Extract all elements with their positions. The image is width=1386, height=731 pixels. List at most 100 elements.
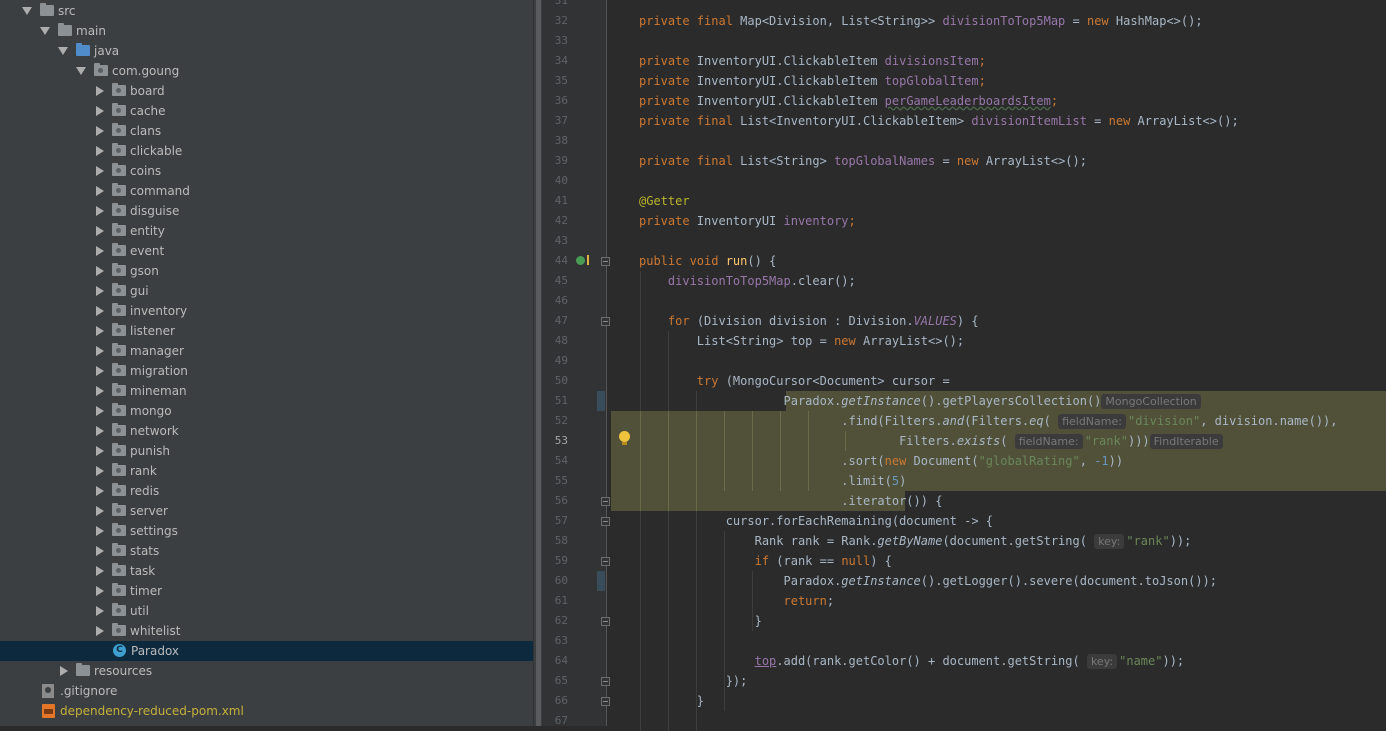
collapse-arrow-icon[interactable] — [96, 526, 104, 536]
collapse-arrow-icon[interactable] — [96, 386, 104, 396]
vcs-change-marker[interactable] — [597, 391, 605, 411]
expand-arrow-icon[interactable] — [58, 47, 68, 55]
tree-item-coins[interactable]: coins — [0, 161, 533, 181]
tree-item-src[interactable]: src — [0, 1, 533, 21]
tree-item-punish[interactable]: punish — [0, 441, 533, 461]
collapse-arrow-icon[interactable] — [96, 326, 104, 336]
collapse-arrow-icon[interactable] — [96, 86, 104, 96]
code-line[interactable]: private final List<InventoryUI.Clickable… — [639, 111, 1239, 131]
code-line[interactable]: @Getter — [639, 191, 690, 211]
tree-item-dependency-reduced-pom-xml[interactable]: dependency-reduced-pom.xml — [0, 701, 533, 721]
code-line[interactable]: private InventoryUI.ClickableItem divisi… — [639, 51, 986, 71]
tree-item-gui[interactable]: gui — [0, 281, 533, 301]
tree-item-redis[interactable]: redis — [0, 481, 533, 501]
tree-item-task[interactable]: task — [0, 561, 533, 581]
collapse-arrow-icon[interactable] — [96, 106, 104, 116]
code-line[interactable]: public void run() { — [639, 251, 776, 271]
collapse-arrow-icon[interactable] — [96, 426, 104, 436]
code-line[interactable]: .limit(5) — [639, 471, 906, 491]
fold-toggle-icon[interactable] — [601, 317, 610, 326]
code-line[interactable]: cursor.forEachRemaining(document -> { — [639, 511, 993, 531]
collapse-arrow-icon[interactable] — [96, 346, 104, 356]
tree-item-inventory[interactable]: inventory — [0, 301, 533, 321]
collapse-arrow-icon[interactable] — [96, 126, 104, 136]
tree-item-event[interactable]: event — [0, 241, 533, 261]
expand-arrow-icon[interactable] — [76, 67, 86, 75]
tree-item-resources[interactable]: resources — [0, 661, 533, 681]
tree-item-stats[interactable]: stats — [0, 541, 533, 561]
collapse-arrow-icon[interactable] — [96, 246, 104, 256]
collapse-arrow-icon[interactable] — [96, 566, 104, 576]
overrides-method-icon[interactable] — [576, 255, 589, 265]
tree-item-listener[interactable]: listener — [0, 321, 533, 341]
code-line[interactable]: Paradox.getInstance().getLogger().severe… — [639, 571, 1217, 591]
collapse-arrow-icon[interactable] — [96, 406, 104, 416]
collapse-arrow-icon[interactable] — [96, 586, 104, 596]
collapse-arrow-icon[interactable] — [96, 286, 104, 296]
code-line[interactable]: divisionToTop5Map.clear(); — [639, 271, 856, 291]
intention-lightbulb-icon[interactable] — [619, 431, 630, 445]
collapse-arrow-icon[interactable] — [96, 466, 104, 476]
fold-toggle-icon[interactable] — [601, 697, 610, 706]
code-line[interactable]: .sort(new Document("globalRating", -1)) — [639, 451, 1123, 471]
fold-toggle-icon[interactable] — [601, 497, 610, 506]
code-line[interactable]: } — [639, 691, 704, 711]
collapse-arrow-icon[interactable] — [96, 546, 104, 556]
tree-item-rank[interactable]: rank — [0, 461, 533, 481]
tree-item-disguise[interactable]: disguise — [0, 201, 533, 221]
tree-item-migration[interactable]: migration — [0, 361, 533, 381]
code-line[interactable]: private final List<String> topGlobalName… — [639, 151, 1087, 171]
tree-item-gson[interactable]: gson — [0, 261, 533, 281]
tree-item-command[interactable]: command — [0, 181, 533, 201]
tree-item-java[interactable]: java — [0, 41, 533, 61]
tree-item-cache[interactable]: cache — [0, 101, 533, 121]
code-line[interactable]: if (rank == null) { — [639, 551, 892, 571]
tree-item-settings[interactable]: settings — [0, 521, 533, 541]
code-line[interactable]: }); — [639, 671, 748, 691]
code-line[interactable]: private final Map<Division, List<String>… — [639, 11, 1203, 31]
code-line[interactable]: .find(Filters.and(Filters.eq( fieldName:… — [639, 411, 1338, 431]
expand-arrow-icon[interactable] — [22, 7, 32, 15]
collapse-arrow-icon[interactable] — [96, 446, 104, 456]
tree-item-mongo[interactable]: mongo — [0, 401, 533, 421]
collapse-arrow-icon[interactable] — [96, 506, 104, 516]
code-line[interactable]: .iterator()) { — [639, 491, 942, 511]
collapse-arrow-icon[interactable] — [96, 186, 104, 196]
tree-item-com-goung[interactable]: com.goung — [0, 61, 533, 81]
tree-item-network[interactable]: network — [0, 421, 533, 441]
code-line[interactable]: Paradox.getInstance().getPlayersCollecti… — [639, 391, 1203, 411]
tree-item-server[interactable]: server — [0, 501, 533, 521]
tree-item-board[interactable]: board — [0, 81, 533, 101]
tree-item-clickable[interactable]: clickable — [0, 141, 533, 161]
fold-toggle-icon[interactable] — [601, 557, 610, 566]
code-line[interactable]: for (Division division : Division.VALUES… — [639, 311, 979, 331]
fold-toggle-icon[interactable] — [601, 677, 610, 686]
code-line[interactable]: try (MongoCursor<Document> cursor = — [639, 371, 950, 391]
collapse-arrow-icon[interactable] — [96, 166, 104, 176]
code-line[interactable]: private InventoryUI.ClickableItem topGlo… — [639, 71, 986, 91]
tree-item-clans[interactable]: clans — [0, 121, 533, 141]
tree-item-paradox[interactable]: C Paradox — [0, 641, 533, 661]
tree-item-main[interactable]: main — [0, 21, 533, 41]
fold-toggle-icon[interactable] — [601, 517, 610, 526]
tree-item-whitelist[interactable]: whitelist — [0, 621, 533, 641]
collapse-arrow-icon[interactable] — [96, 206, 104, 216]
vcs-change-marker[interactable] — [597, 571, 605, 591]
tree-item-manager[interactable]: manager — [0, 341, 533, 361]
code-line[interactable]: List<String> top = new ArrayList<>(); — [639, 331, 964, 351]
tree-item-util[interactable]: util — [0, 601, 533, 621]
tree-item-mineman[interactable]: mineman — [0, 381, 533, 401]
code-line[interactable]: } — [639, 611, 762, 631]
fold-toggle-icon[interactable] — [601, 257, 610, 266]
code-line[interactable]: Filters.exists( fieldName: "rank"))) FindI… — [639, 431, 1225, 451]
code-line[interactable]: Rank rank = Rank.getByName(document.getS… — [639, 531, 1191, 551]
collapse-arrow-icon[interactable] — [96, 306, 104, 316]
code-line[interactable]: private InventoryUI inventory; — [639, 211, 856, 231]
collapse-arrow-icon[interactable] — [96, 626, 104, 636]
collapse-arrow-icon[interactable] — [60, 666, 68, 676]
tree-item-entity[interactable]: entity — [0, 221, 533, 241]
collapse-arrow-icon[interactable] — [96, 226, 104, 236]
splitter-handle[interactable] — [536, 0, 541, 726]
collapse-arrow-icon[interactable] — [96, 366, 104, 376]
collapse-arrow-icon[interactable] — [96, 266, 104, 276]
